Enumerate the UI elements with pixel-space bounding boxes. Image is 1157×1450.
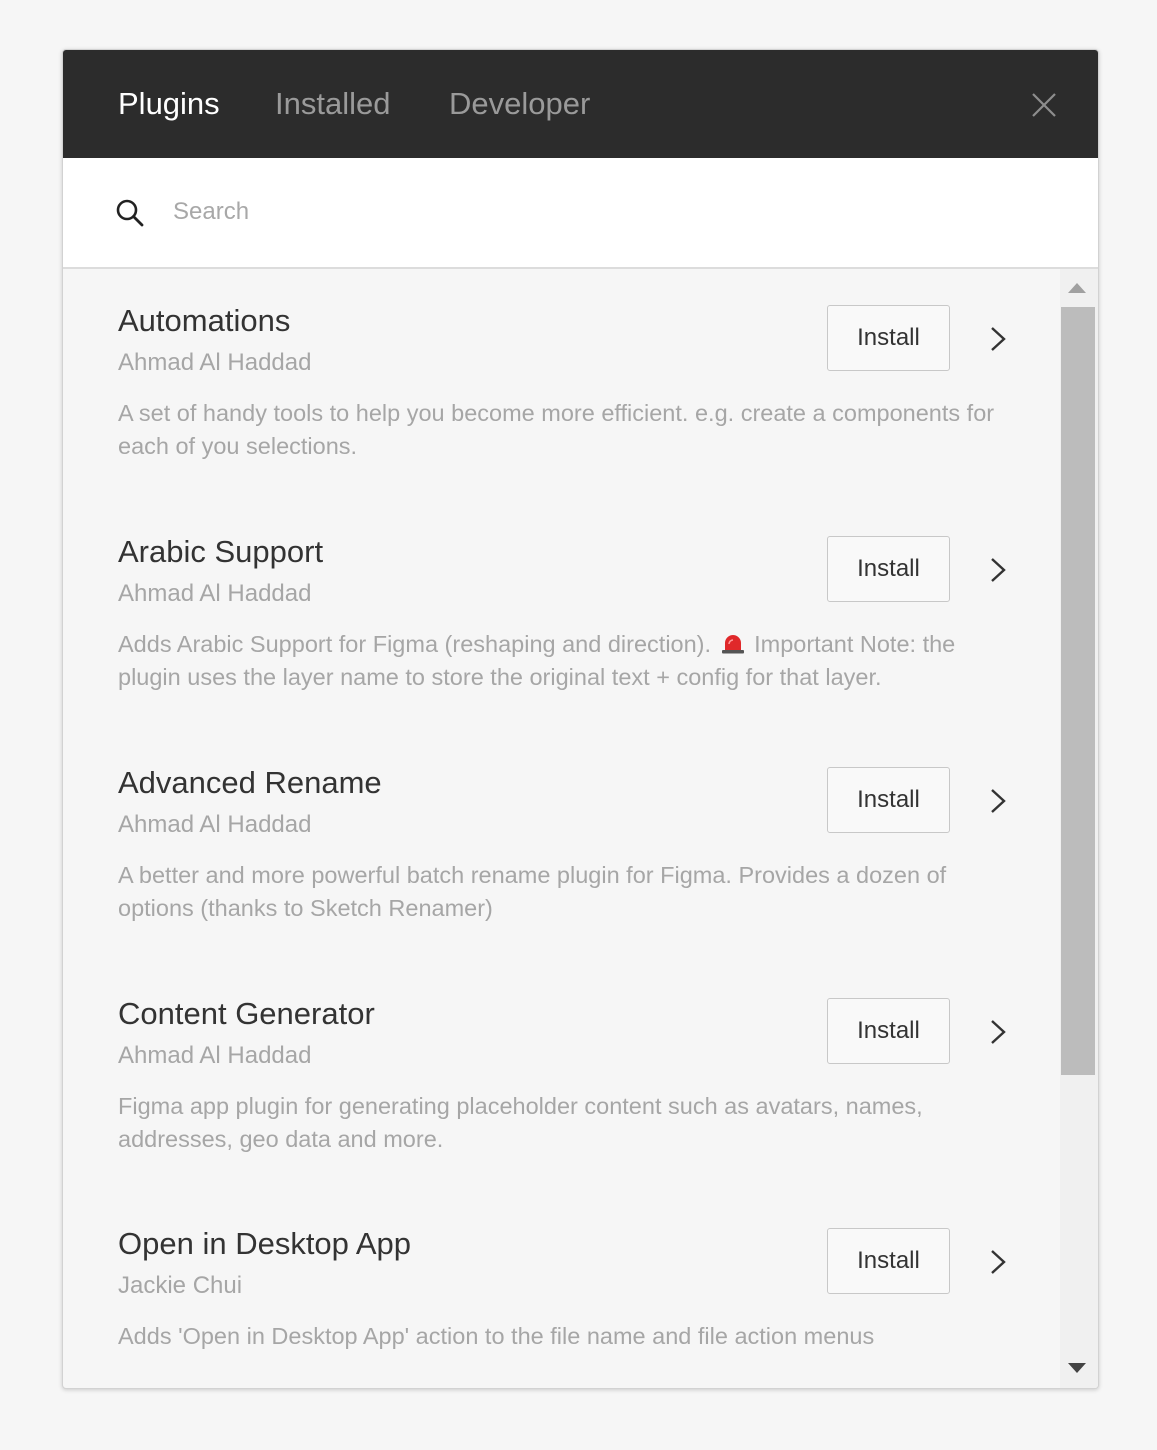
search-icon bbox=[116, 199, 144, 227]
scroll-down-arrow-icon[interactable] bbox=[1067, 1361, 1087, 1375]
tab-plugins[interactable]: Plugins bbox=[118, 86, 220, 122]
dialog-header: Plugins Installed Developer bbox=[63, 50, 1098, 158]
close-icon bbox=[1032, 93, 1056, 117]
scroll-up-arrow-icon[interactable] bbox=[1067, 281, 1087, 295]
install-button[interactable]: Install bbox=[827, 305, 950, 371]
plugin-description: A better and more powerful batch rename … bbox=[118, 862, 947, 921]
chevron-right-icon[interactable] bbox=[987, 1248, 1009, 1276]
scrollbar[interactable] bbox=[1060, 269, 1098, 1388]
plugin-author: Ahmad Al Haddad bbox=[118, 811, 312, 838]
plugin-list: Automations Ahmad Al Haddad A set of han… bbox=[63, 269, 1060, 1388]
install-button[interactable]: Install bbox=[827, 767, 950, 833]
install-button[interactable]: Install bbox=[827, 998, 950, 1064]
plugin-description: Adds Arabic Support for Figma (reshaping… bbox=[118, 628, 1018, 694]
plugin-item-content-generator: Content Generator Ahmad Al Haddad Figma … bbox=[63, 962, 1060, 1193]
chevron-right-icon[interactable] bbox=[987, 556, 1009, 584]
plugin-description: Figma app plugin for generating placehol… bbox=[118, 1093, 923, 1152]
plugin-name: Content Generator bbox=[118, 996, 375, 1031]
plugin-item-automations: Automations Ahmad Al Haddad A set of han… bbox=[63, 269, 1060, 500]
search-bar bbox=[63, 158, 1098, 269]
plugin-name: Automations bbox=[118, 303, 291, 338]
search-input[interactable] bbox=[173, 192, 1053, 232]
tab-developer[interactable]: Developer bbox=[449, 86, 590, 122]
plugin-name: Open in Desktop App bbox=[118, 1226, 411, 1261]
plugin-item-open-in-desktop-app: Open in Desktop App Jackie Chui Adds 'Op… bbox=[63, 1192, 1060, 1388]
install-button[interactable]: Install bbox=[827, 536, 950, 602]
plugin-author: Ahmad Al Haddad bbox=[118, 1042, 312, 1069]
chevron-right-icon[interactable] bbox=[987, 1018, 1009, 1046]
plugin-author: Ahmad Al Haddad bbox=[118, 580, 312, 607]
chevron-right-icon[interactable] bbox=[987, 787, 1009, 815]
plugin-item-arabic-support: Arabic Support Ahmad Al Haddad Adds Arab… bbox=[63, 500, 1060, 731]
scrollbar-thumb[interactable] bbox=[1061, 307, 1095, 1075]
close-button[interactable] bbox=[1027, 88, 1061, 122]
chevron-right-icon[interactable] bbox=[987, 325, 1009, 353]
rotating-light-icon bbox=[721, 635, 744, 654]
plugins-dialog: Plugins Installed Developer Automations … bbox=[62, 49, 1099, 1389]
plugin-item-advanced-rename: Advanced Rename Ahmad Al Haddad A better… bbox=[63, 731, 1060, 962]
plugin-name: Advanced Rename bbox=[118, 765, 382, 800]
install-button[interactable]: Install bbox=[827, 1228, 950, 1294]
plugin-author: Jackie Chui bbox=[118, 1272, 243, 1299]
plugin-description-part: Adds Arabic Support for Figma (reshaping… bbox=[118, 631, 712, 657]
plugin-author: Ahmad Al Haddad bbox=[118, 349, 312, 376]
tab-installed[interactable]: Installed bbox=[275, 86, 390, 122]
plugin-description: Adds 'Open in Desktop App' action to the… bbox=[118, 1323, 875, 1349]
plugin-description: A set of handy tools to help you become … bbox=[118, 400, 995, 459]
plugin-name: Arabic Support bbox=[118, 534, 324, 569]
